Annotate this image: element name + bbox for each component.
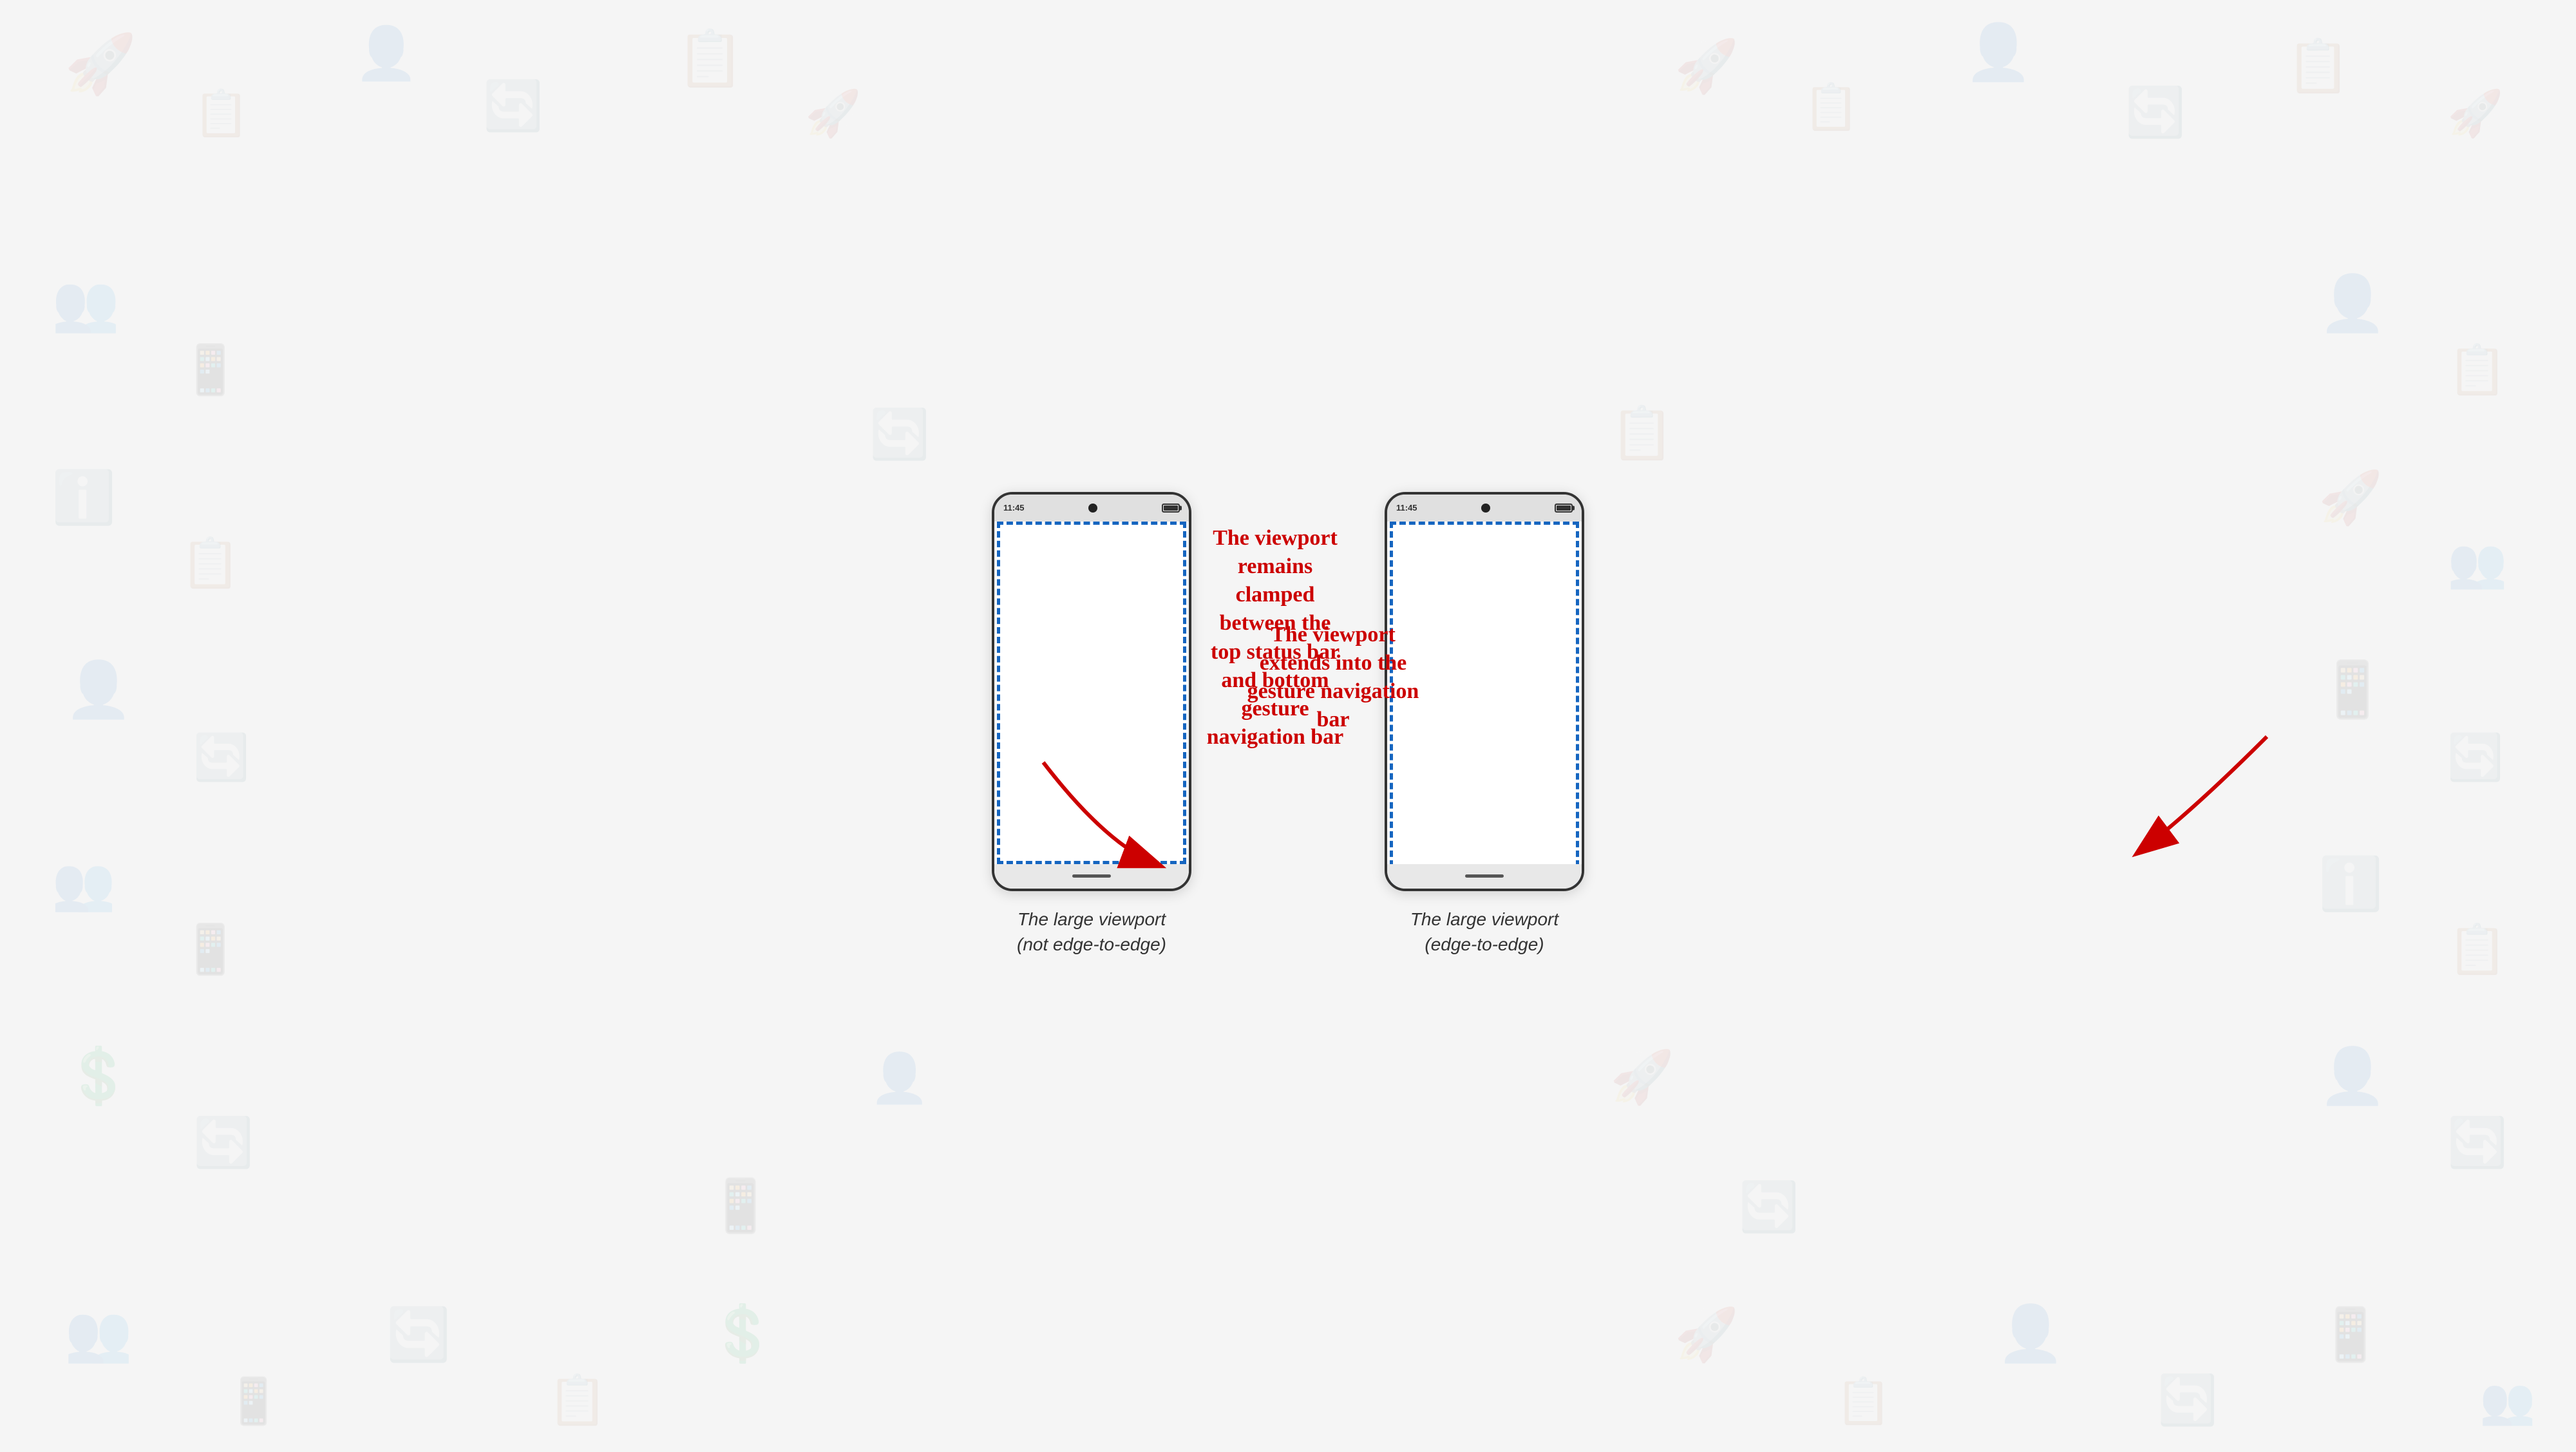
phones-row: The viewport remains clamped between the… [992, 492, 1584, 957]
battery-right [1555, 504, 1573, 513]
status-time-left: 11:45 [1003, 503, 1025, 513]
nav-pill-left [1072, 874, 1111, 878]
phone-caption-left: The large viewport (not edge-to-edge) [1017, 907, 1166, 957]
battery-fill-right [1557, 505, 1571, 511]
nav-bar-right [1387, 864, 1582, 889]
nav-bar-left [994, 864, 1189, 889]
annotation-right: The viewport extends into the gesture na… [1224, 621, 1443, 735]
camera-right [1481, 504, 1490, 513]
phone-caption-right: The large viewport (edge-to-edge) [1410, 907, 1558, 957]
status-bar-right: 11:45 [1387, 495, 1582, 522]
status-bar-left: 11:45 [994, 495, 1189, 522]
viewport-border-left [997, 522, 1186, 864]
nav-pill-right [1465, 874, 1504, 878]
arrows-overlay [670, 363, 2576, 1136]
battery-fill-left [1164, 505, 1178, 511]
phone-mockup-left: 11:45 [992, 492, 1191, 891]
main-content: The viewport remains clamped between the… [0, 0, 2576, 1449]
phone-section-left: 11:45 The large viewport (not edge-to-ed… [992, 492, 1191, 957]
status-time-right: 11:45 [1396, 503, 1417, 513]
battery-left [1162, 504, 1180, 513]
camera-left [1088, 504, 1097, 513]
